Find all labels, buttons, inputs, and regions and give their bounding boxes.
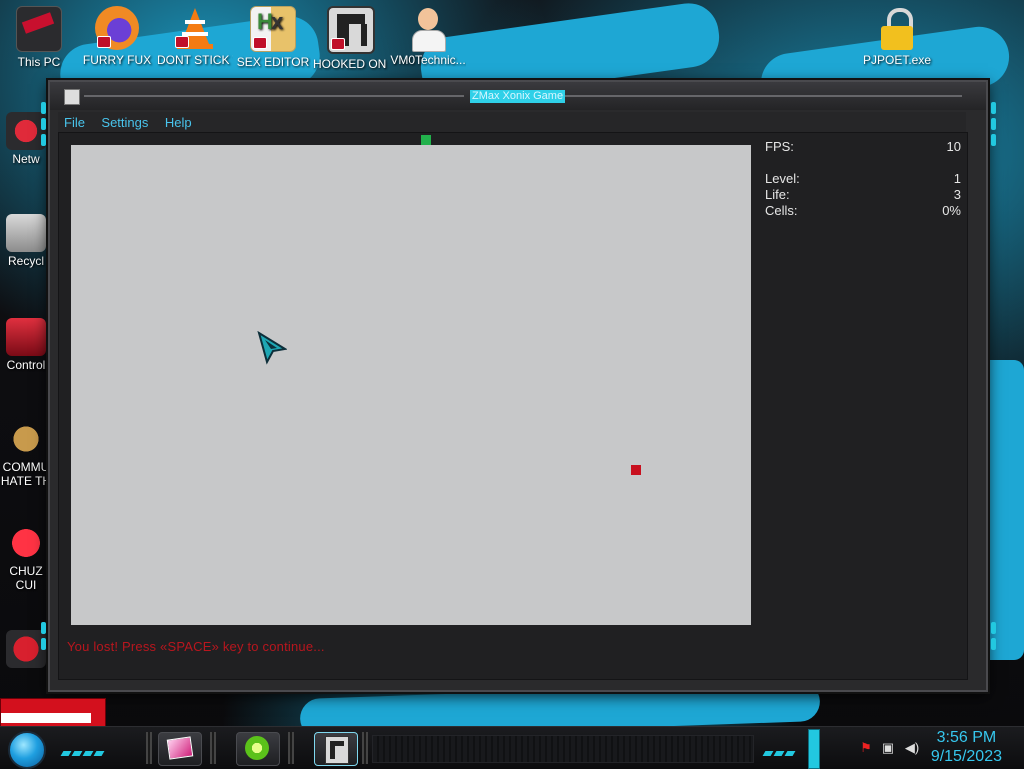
- game-status-message: You lost! Press «SPACE» key to continue.…: [67, 639, 325, 654]
- taskbar-app-button[interactable]: [158, 732, 202, 766]
- menu-bar: File Settings Help: [58, 112, 966, 132]
- stat-label: Cells:: [765, 203, 798, 218]
- vlc-cone-icon: [173, 6, 217, 50]
- computer-icon: [16, 6, 62, 52]
- taskbar-app-button-active[interactable]: [314, 732, 358, 766]
- stat-life: Life: 3: [765, 187, 961, 203]
- taskbar-grip: [288, 732, 294, 764]
- desktop-icon-dont-stick[interactable]: DONT STICK THIS IN YO: [157, 0, 233, 67]
- desktop-icon-label: SEX EDITOR: [236, 56, 310, 69]
- stat-label: Life:: [765, 187, 790, 202]
- desktop-icon-sex-editor[interactable]: H x SEX EDITOR: [235, 0, 311, 69]
- desktop-icon-furry-fux[interactable]: FURRY FUX: [79, 0, 155, 67]
- taskbar-grip: [210, 732, 216, 764]
- app-icon[interactable]: [64, 89, 80, 105]
- desktop-icon-this-pc[interactable]: This PC: [1, 0, 77, 69]
- xonix-taskbar-icon: [325, 736, 349, 764]
- red-banner-widget: [0, 698, 106, 728]
- stat-value: 10: [946, 139, 961, 154]
- mouse-cursor-icon: [257, 330, 288, 365]
- taskbar-app-button[interactable]: [236, 732, 280, 766]
- menu-file[interactable]: File: [58, 112, 91, 130]
- lime-app-icon: [245, 736, 269, 760]
- network-tray-icon[interactable]: ▣: [880, 741, 896, 755]
- desktop-icon-label: DONT STICK THIS IN YO: [157, 54, 233, 67]
- stat-level: Level: 1: [765, 171, 961, 187]
- desktop-icon-label: This PC: [17, 56, 61, 69]
- clock-date: 9/15/2023: [930, 748, 1002, 765]
- desktop-icon-label: PJPOET.exe: [862, 54, 932, 67]
- stat-label: Level:: [765, 171, 800, 186]
- taskbar: ⚑ ▣ ◀) 3:56 PM 9/15/2023: [0, 726, 1024, 769]
- taskbar-clock[interactable]: 3:56 PM 9/15/2023: [931, 728, 1002, 766]
- desktop-icon-vm0technic[interactable]: VM0Technic...: [390, 0, 466, 67]
- titlebar-rule: [84, 95, 464, 97]
- monitor-app-icon: [166, 736, 194, 760]
- padlock-icon: [875, 6, 919, 50]
- flag-icon[interactable]: ⚑: [858, 741, 874, 755]
- taskbar-decoration: [762, 743, 797, 756]
- stat-fps: FPS: 10: [765, 139, 961, 155]
- window-titlebar[interactable]: ZMax Xonix Game: [50, 82, 986, 110]
- desktop-icon-label: Netw: [12, 152, 40, 166]
- window-edge-decoration: [988, 102, 998, 662]
- hxd-editor-icon: H x: [250, 6, 296, 52]
- stats-panel: FPS: 10 Level: 1 Life: 3 Cells: 0%: [765, 139, 961, 219]
- stat-value: 3: [953, 187, 961, 202]
- taskbar-grip: [146, 732, 152, 764]
- desktop-icon-pjpoet[interactable]: PJPOET.exe: [859, 0, 935, 67]
- player-cell: [421, 135, 431, 145]
- xonix-game-window: ZMax Xonix Game File Settings Help FPS: …: [41, 80, 996, 692]
- window-edge-decoration: [38, 102, 48, 662]
- volume-icon[interactable]: ◀): [904, 741, 920, 755]
- firefox-icon: [95, 6, 139, 50]
- stat-cells: Cells: 0%: [765, 203, 961, 219]
- desktop-icon-hooked-on-xonix[interactable]: HOOKED ON XONIX: [313, 0, 389, 71]
- game-playfield[interactable]: [71, 145, 751, 625]
- titlebar-rule: [562, 95, 962, 97]
- clock-time: 3:56 PM: [936, 729, 997, 746]
- desktop-icon-label: FURRY FUX: [82, 54, 152, 67]
- menu-settings[interactable]: Settings: [95, 112, 154, 130]
- start-button[interactable]: [8, 731, 46, 769]
- desktop-icon-label: VM0Technic...: [390, 54, 466, 67]
- enemy-ball: [631, 465, 641, 475]
- show-desktop-button[interactable]: [808, 729, 820, 769]
- stat-value: 0%: [942, 203, 961, 218]
- window-title: ZMax Xonix Game: [470, 90, 566, 103]
- xonix-game-icon: [327, 6, 375, 54]
- stat-label: FPS:: [765, 139, 794, 154]
- doctor-avatar-icon: [406, 6, 450, 52]
- desktop-icon-label: HOOKED ON XONIX: [313, 58, 389, 71]
- taskbar-grip: [362, 732, 368, 764]
- stat-value: 1: [953, 171, 961, 186]
- menu-help[interactable]: Help: [159, 112, 198, 130]
- taskbar-decoration: [60, 743, 106, 756]
- taskbar-decoration: [372, 735, 754, 763]
- game-area: FPS: 10 Level: 1 Life: 3 Cells: 0% You l…: [58, 132, 968, 680]
